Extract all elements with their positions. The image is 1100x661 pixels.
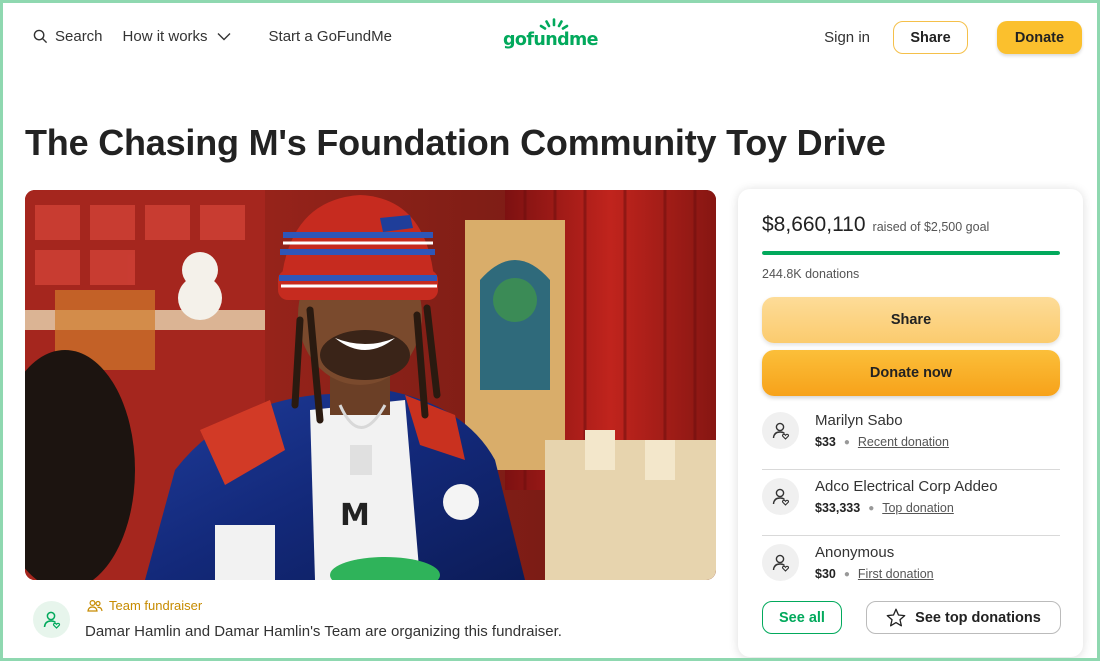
donor-amount: $33,333 <box>815 501 861 515</box>
donor-meta: $33,333 ● Top donation <box>815 501 954 515</box>
start-gofundme-link[interactable]: Start a GoFundMe <box>269 28 392 45</box>
user-heart-icon <box>772 554 789 572</box>
star-icon <box>886 608 906 627</box>
donor-tag-link[interactable]: Recent donation <box>858 435 949 449</box>
donor-avatar <box>762 544 799 581</box>
donor-name: Adco Electrical Corp Addeo <box>815 478 998 495</box>
chevron-down-icon <box>217 33 231 41</box>
svg-text:M: M <box>340 498 370 533</box>
gofundme-logo[interactable]: gofundme <box>503 18 605 56</box>
hero-photo: M <box>25 190 716 580</box>
see-top-donations-label: See top donations <box>915 609 1041 626</box>
how-it-works-label: How it works <box>122 28 208 45</box>
organizer-row: Team fundraiser Damar Hamlin and Damar H… <box>33 598 713 648</box>
donor-amount: $30 <box>815 567 836 581</box>
user-heart-icon <box>772 488 789 506</box>
donor-item: Marilyn Sabo $33 ● Recent donation <box>762 404 1060 470</box>
donor-avatar <box>762 412 799 449</box>
raised-goal: raised of $2,500 goal <box>872 220 990 234</box>
page-title: The Chasing M's Foundation Community Toy… <box>25 122 886 163</box>
donor-meta: $30 ● First donation <box>815 567 934 581</box>
start-gofundme-label: Start a GoFundMe <box>268 28 392 45</box>
top-nav: Search How it works Start a GoFundMe gof… <box>0 0 1100 76</box>
donations-count: 244.8K donations <box>762 267 860 281</box>
donor-name: Marilyn Sabo <box>815 412 903 429</box>
donor-avatar <box>762 478 799 515</box>
nav-left: Search How it works Start a GoFundMe <box>33 28 392 45</box>
nav-right: Sign in Share Donate <box>824 21 1082 54</box>
see-all-button[interactable]: See all <box>762 601 842 634</box>
campaign-hero-image: M <box>25 190 716 580</box>
donor-tag-link[interactable]: First donation <box>858 567 934 581</box>
donor-item: Anonymous $30 ● First donation <box>762 536 1060 602</box>
donor-amount: $33 <box>815 435 836 449</box>
user-heart-icon <box>772 422 789 440</box>
team-icon <box>87 599 103 612</box>
team-fundraiser-badge: Team fundraiser <box>87 598 202 613</box>
progress-fill <box>762 251 1060 255</box>
separator-dot: ● <box>843 568 850 580</box>
team-fundraiser-label: Team fundraiser <box>109 598 203 613</box>
donor-tag-link[interactable]: Top donation <box>882 501 954 515</box>
raised-summary: $8,660,110 raised of $2,500 goal <box>762 213 989 237</box>
user-heart-icon <box>43 611 60 629</box>
separator-dot: ● <box>868 502 875 514</box>
donate-now-button[interactable]: Donate now <box>762 350 1060 396</box>
see-top-donations-button[interactable]: See top donations <box>866 601 1061 634</box>
donate-button-top[interactable]: Donate <box>997 21 1082 54</box>
share-button-top[interactable]: Share <box>893 21 968 54</box>
donation-card: $8,660,110 raised of $2,500 goal 244.8K … <box>738 189 1083 657</box>
donor-item: Adco Electrical Corp Addeo $33,333 ● Top… <box>762 470 1060 536</box>
donor-name: Anonymous <box>815 544 895 561</box>
organizer-text: Damar Hamlin and Damar Hamlin's Team are… <box>85 623 562 640</box>
sign-in-link[interactable]: Sign in <box>824 29 870 46</box>
how-it-works-menu[interactable]: How it works <box>123 28 231 45</box>
logo-wordmark: gofundme <box>503 30 599 50</box>
separator-dot: ● <box>843 436 850 448</box>
raised-amount: $8,660,110 <box>762 213 866 236</box>
search-icon <box>33 29 48 44</box>
donor-meta: $33 ● Recent donation <box>815 435 949 449</box>
organizer-avatar[interactable] <box>33 601 70 638</box>
progress-bar <box>762 251 1060 255</box>
share-button[interactable]: Share <box>762 297 1060 343</box>
search-link[interactable]: Search <box>33 28 103 45</box>
search-label: Search <box>55 28 103 45</box>
